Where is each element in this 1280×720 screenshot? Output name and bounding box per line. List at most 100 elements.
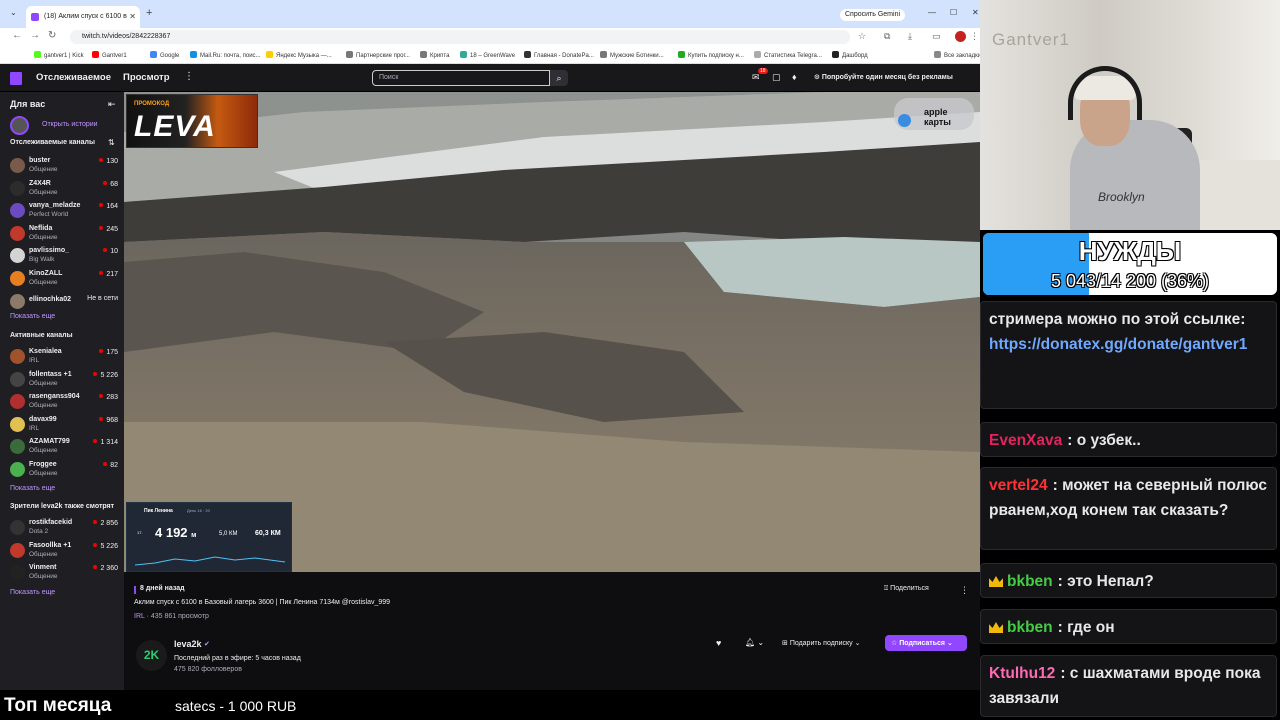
live-dot-icon: [103, 462, 108, 466]
sidebar-channel[interactable]: Z4X4R Общение 68: [10, 179, 118, 201]
sort-icon[interactable]: ⇅: [108, 138, 115, 147]
maximize-icon[interactable]: ☐: [950, 8, 957, 17]
chat-link[interactable]: https://donatex.gg/donate/gantver1: [989, 336, 1247, 353]
channel-avatar: [10, 371, 25, 387]
nav-following[interactable]: Отслеживаемое: [36, 72, 111, 83]
sidebar-channel[interactable]: KinoZALL Общение 217: [10, 269, 118, 291]
notifications-icon[interactable]: ✉: [752, 72, 760, 83]
video-frame: [124, 92, 980, 572]
overlay-date: День 16 · 20: [187, 508, 210, 513]
search-input[interactable]: Поиск: [372, 70, 550, 86]
promo-banner: ПРОМОКОД LEVA: [126, 94, 258, 148]
apple-maps-line1: apple: [924, 107, 948, 117]
sidebar-channel[interactable]: Neflida Общение 245: [10, 224, 118, 246]
new-tab-icon[interactable]: +: [146, 7, 152, 19]
download-icon[interactable]: ⤓: [908, 31, 912, 42]
profile-avatar[interactable]: [955, 31, 966, 42]
all-bookmarks[interactable]: Все закладки: [934, 51, 981, 59]
sidebar-channel[interactable]: buster Общение 130: [10, 156, 118, 178]
viewer-count: 5 226: [93, 371, 118, 379]
gemini-button[interactable]: Спросить Gemini: [840, 9, 906, 21]
bookmark-item[interactable]: Яндекс Музыка —...: [266, 51, 332, 59]
close-window-icon[interactable]: ✕: [972, 8, 979, 17]
forward-icon[interactable]: →: [30, 30, 40, 41]
channel-name: buster: [29, 157, 51, 164]
bookmark-item[interactable]: Gantver1: [92, 51, 127, 59]
share-button[interactable]: ⍐ Поделиться: [884, 585, 929, 593]
twitch-logo-icon[interactable]: [10, 72, 22, 85]
channel-name: vanya_meladze: [29, 202, 81, 210]
sidebar-channel[interactable]: davax99 IRL 968: [10, 415, 118, 437]
browser-tab[interactable]: (18) Аклим спуск с 6100 в ✕: [26, 6, 140, 28]
bookmark-item[interactable]: gantver1 | Kick: [34, 51, 84, 59]
channel-category: Big Walk: [29, 256, 55, 264]
subscribe-button[interactable]: ☆ Подписаться ⌄: [885, 635, 967, 651]
sidebar-channel[interactable]: AZAMAT799 Общение 1 314: [10, 437, 118, 459]
sidebar-channel[interactable]: rostikfacekid Dota 2 2 856: [10, 518, 118, 540]
show-more-active[interactable]: Показать еще: [10, 485, 55, 492]
bookmark-item[interactable]: Купить подписку н...: [678, 51, 744, 59]
more-options-icon[interactable]: ⋮: [960, 585, 969, 596]
vod-category[interactable]: IRL: [134, 613, 145, 620]
channel-name: davax99: [29, 415, 57, 423]
collapse-icon[interactable]: ⇤: [108, 99, 116, 110]
vod-title: Аклим спуск с 6100 в Базовый лагерь 3600…: [134, 599, 391, 606]
live-dot-icon: [93, 371, 98, 376]
sidebar-channel[interactable]: ellinochka02 Не в сети: [10, 292, 118, 314]
browser-tabstrip: ⌄ (18) Аклим спуск с 6100 в ✕ + Спросить…: [0, 0, 980, 28]
channel-name: Ksenialea: [29, 348, 62, 355]
channel-avatar: [10, 203, 25, 219]
gift-sub-button[interactable]: ⊞ Подарить подписку ⌄: [782, 639, 860, 647]
viewer-count: 217: [99, 271, 118, 278]
star-icon: ☆: [891, 640, 900, 647]
notification-bell-icon[interactable]: 🔔︎ ⌄: [745, 638, 764, 647]
more-icon[interactable]: ⋮: [184, 71, 194, 82]
nav-browse[interactable]: Просмотр: [123, 72, 170, 83]
bookmark-item[interactable]: 18 – GreenWave: [460, 51, 515, 59]
bookmark-item[interactable]: Дашборд: [832, 51, 868, 59]
bookmark-item[interactable]: Мужские Ботинки...: [600, 51, 664, 59]
sidebar-channel[interactable]: rasenganss904 Общение 283: [10, 392, 118, 414]
address-bar[interactable]: twitch.tv/videos/2842228367: [70, 30, 850, 44]
video-player[interactable]: ПРОМОКОД LEVA apple карты Пик Ленина Ден…: [124, 92, 980, 572]
sidepanel-icon[interactable]: ▭: [932, 31, 941, 42]
back-icon[interactable]: ←: [12, 30, 22, 41]
show-more-followed[interactable]: Показать еще: [10, 313, 55, 320]
chat-message: стримера можно по этой ссылке: https://d…: [980, 301, 1277, 409]
show-more-also[interactable]: Показать еще: [10, 589, 55, 596]
minimize-icon[interactable]: —: [928, 8, 936, 17]
whispers-icon[interactable]: ▢: [772, 72, 781, 83]
chat-username: bkben: [1007, 619, 1053, 636]
bookmark-item[interactable]: Статистика Telegra...: [754, 51, 822, 59]
bookmark-star-icon[interactable]: ☆: [858, 31, 866, 42]
turbo-promo-button[interactable]: ⊙ Попробуйте один месяц без рекламы: [814, 73, 953, 81]
follow-heart-icon[interactable]: ♥: [716, 638, 721, 648]
sidebar-channel[interactable]: Vinment Общение 2 360: [10, 563, 118, 585]
bookmark-item[interactable]: Mail.Ru: почта, поис...: [190, 51, 261, 59]
bookmark-item[interactable]: Главная - DonatePa...: [524, 51, 594, 59]
sidebar-channel[interactable]: follentass +1 Общение 5 226: [10, 370, 118, 392]
sidebar-channel[interactable]: Froggee Общение 82: [10, 460, 118, 482]
live-dot-icon: [99, 349, 104, 353]
close-tab-icon[interactable]: ✕: [129, 12, 136, 21]
tab-search-icon[interactable]: ⌄: [10, 8, 17, 17]
channel-avatar: [10, 248, 25, 264]
reload-icon[interactable]: ↻: [48, 30, 56, 41]
live-dot-icon: [93, 520, 98, 524]
sidebar-channel[interactable]: pavlissimo_ Big Walk 10: [10, 246, 118, 268]
sidebar-channel[interactable]: Fasoollka +1 Общение 5 226: [10, 541, 118, 563]
notification-count: 18: [758, 68, 768, 74]
channel-avatar[interactable]: 2K: [136, 640, 167, 671]
bookmark-item[interactable]: Google: [150, 51, 179, 59]
chat-text: : это Непал?: [1057, 573, 1154, 590]
crown-icon[interactable]: ♦: [792, 72, 797, 82]
sidebar-channel[interactable]: Ksenialea IRL 175: [10, 347, 118, 369]
live-dot-icon: [93, 439, 98, 444]
channel-name[interactable]: leva2k: [174, 639, 202, 649]
bookmark-item[interactable]: Крипта: [420, 51, 449, 59]
extension-icon[interactable]: ⧉: [884, 31, 890, 42]
search-icon[interactable]: ⌕: [550, 70, 568, 86]
menu-icon[interactable]: ⋮: [970, 31, 979, 42]
bookmark-item[interactable]: Партнерские прог...: [346, 51, 410, 59]
sidebar-channel[interactable]: vanya_meladze Perfect World 164: [10, 201, 118, 223]
